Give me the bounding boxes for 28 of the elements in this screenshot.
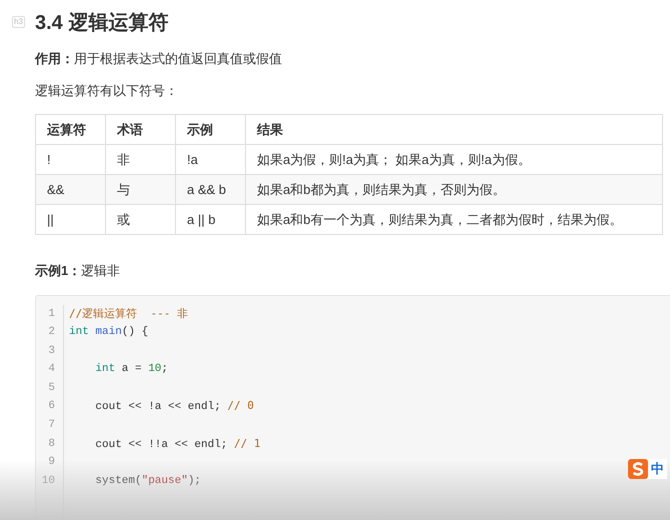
lead-text: 逻辑运算符有以下符号： [35,82,179,100]
example-title: 示例1：逻辑非 [35,262,122,280]
line-number: 10 [40,474,55,489]
line-number: 1 [47,306,55,322]
line-number: 2 [47,325,55,340]
line-number: 4 [47,362,55,378]
table-cell: || [36,204,106,234]
code-line: int main() { [69,326,148,338]
code-line: system("pause"); [95,474,202,487]
code-line: //逻辑运算符 --- 非 [69,308,188,320]
code-line: cout << !a << endl; // 0 [95,401,254,414]
table-cell: 如果a和b有一个为真，则结果为真，二者都为假时，结果为假。 [246,204,662,234]
table-cell: 或 [106,204,176,234]
table-cell: a || b [176,204,246,234]
line-number: 7 [47,418,55,434]
line-number: 8 [47,436,55,452]
section-heading: 3.4 逻辑运算符 [35,11,168,36]
heading-level-badge: h3 [12,16,25,28]
intro-text: 作用：用于根据表达式的值返回真值或假值 [35,50,283,68]
line-number: 3 [47,344,55,359]
column-header: 结果 [246,114,662,144]
column-header: 运算符 [36,114,106,144]
line-number: 5 [47,380,55,396]
code-line: int a = 10; [95,363,168,376]
line-number: 9 [47,455,55,470]
code-line: cout << !!a << endl; // 1 [95,438,261,451]
ime-logo-icon[interactable] [628,459,648,479]
line-number: 6 [47,399,55,414]
